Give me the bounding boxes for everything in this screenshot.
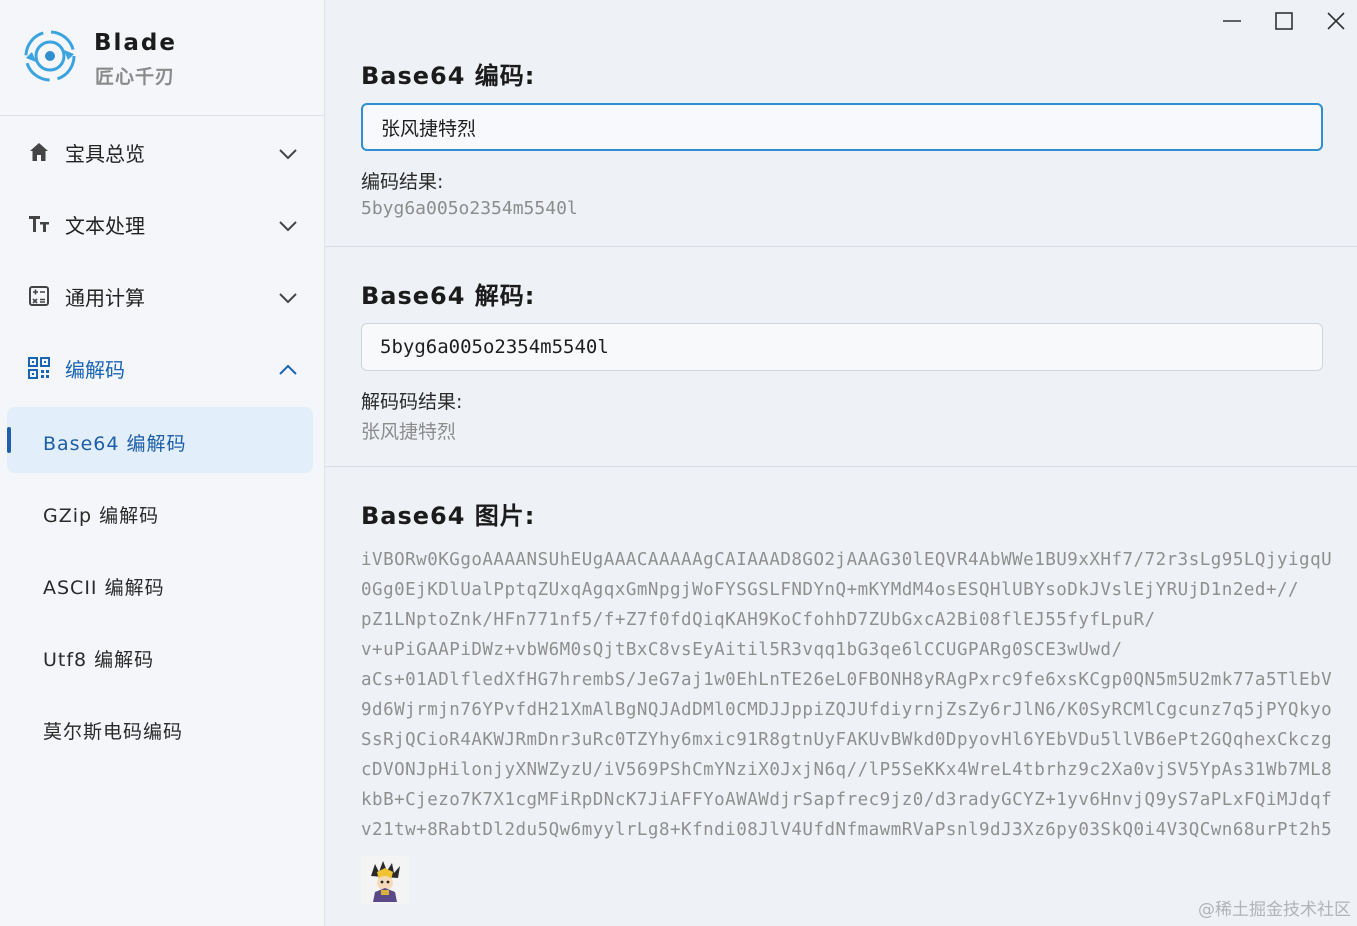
image-base64-text: iVBORw0KGgoAAAANSUhEUgAAACAAAAAgCAIAAAD8… xyxy=(361,545,1331,845)
base64-line: v21tw+8RabtDl2du5Qw6myylrLg8+Kfndi08JlV4… xyxy=(361,820,1331,840)
sidebar-item-label: Utf8 编解码 xyxy=(43,649,155,671)
base64-line: 0Gg0EjKDlUalPptqZUxqAgqxGmNpgjWoFYSGSLFN… xyxy=(361,580,1300,600)
decode-result-label: 解码码结果: xyxy=(361,391,463,413)
chevron-up-icon xyxy=(279,364,297,375)
sidebar-item-label: Base64 编解码 xyxy=(43,433,187,455)
section-divider xyxy=(325,246,1357,247)
close-icon[interactable] xyxy=(1323,8,1349,34)
sidebar-item-base64[interactable]: Base64 编解码 xyxy=(7,407,313,473)
nav-group-label: 文本处理 xyxy=(65,214,145,238)
base64-line: pZ1LNptoZnk/HFn771nf5/f+Z7f0fdQiqKAH9KoC… xyxy=(361,610,1156,630)
nav-group-label: 通用计算 xyxy=(65,286,145,310)
base64-line: SsRjQCioR4AKWJRmDnr3uRc0TZYhy6mxic91R8gt… xyxy=(361,730,1331,750)
decode-result-value: 张风捷特烈 xyxy=(361,421,457,443)
calculator-icon xyxy=(29,286,49,306)
nav-group-label: 宝具总览 xyxy=(65,142,145,166)
nav-group-text[interactable]: 文本处理 xyxy=(0,188,325,260)
encode-title: Base64 编码: xyxy=(361,62,536,90)
sidebar-item-morse[interactable]: 莫尔斯电码编码 xyxy=(7,695,313,761)
chevron-down-icon xyxy=(279,293,297,304)
image-title: Base64 图片: xyxy=(361,502,536,530)
text-size-icon xyxy=(29,216,49,232)
encode-result-value: 5byg6a005o2354m5540l xyxy=(361,198,578,219)
sidebar: Blade 匠心千刃 宝具总览 文本处理 通用计算 编解码 Base64 编解码… xyxy=(0,0,325,926)
base64-line: iVBORw0KGgoAAAANSUhEUgAAACAAAAAgCAIAAAD8… xyxy=(361,550,1331,570)
nav-group-calculation[interactable]: 通用计算 xyxy=(0,260,325,332)
encode-input[interactable] xyxy=(361,103,1323,151)
base64-line: v+uPiGAAPiDWz+vbW6M0sQjtBxC8vsEyAitil5R3… xyxy=(361,640,1123,660)
section-divider xyxy=(325,466,1357,467)
watermark: @稀土掘金技术社区 xyxy=(1198,900,1351,920)
base64-line: aCs+01ADlfledXfHG7hrembS/JeG7aj1w0EhLnTE… xyxy=(361,670,1331,690)
nav-group-label: 编解码 xyxy=(65,358,125,382)
decode-title: Base64 解码: xyxy=(361,282,536,310)
brand-header: Blade 匠心千刃 xyxy=(0,0,324,116)
chevron-down-icon xyxy=(279,149,297,160)
brand-name: Blade xyxy=(94,30,177,56)
base64-line: cDVONJpHilonjyXNWZyzU/iV569PShCmYNziX0Jx… xyxy=(361,760,1331,780)
nav-group-codec[interactable]: 编解码 xyxy=(0,332,325,404)
home-icon xyxy=(30,143,48,161)
maximize-icon[interactable] xyxy=(1271,8,1297,34)
sidebar-item-gzip[interactable]: GZip 编解码 xyxy=(7,479,313,545)
sidebar-item-ascii[interactable]: ASCII 编解码 xyxy=(7,551,313,617)
nav-group-overview[interactable]: 宝具总览 xyxy=(0,116,325,188)
main-content: Base64 编码: 编码结果: 5byg6a005o2354m5540l Ba… xyxy=(325,0,1357,926)
blade-logo-icon xyxy=(24,30,76,82)
decode-input[interactable] xyxy=(361,323,1323,371)
sidebar-item-label: GZip 编解码 xyxy=(43,505,160,527)
base64-line: 9d6Wjrmjn76YPvfdH21XmAlBgNQJAdDMl0CMDJJp… xyxy=(361,700,1331,720)
qr-code-icon xyxy=(28,357,50,379)
brand-subtitle: 匠心千刃 xyxy=(95,66,176,88)
avatar-thumbnail-icon xyxy=(361,856,409,904)
sidebar-item-label: 莫尔斯电码编码 xyxy=(43,721,184,743)
encode-result-label: 编码结果: xyxy=(361,171,444,193)
base64-line: kbB+Cjezo7K7X1cgMFiRpDNcK7JiAFFYoAWAWdjr… xyxy=(361,790,1331,810)
sidebar-item-utf8[interactable]: Utf8 编解码 xyxy=(7,623,313,689)
minimize-icon[interactable] xyxy=(1219,8,1245,34)
chevron-down-icon xyxy=(279,221,297,232)
sidebar-item-label: ASCII 编解码 xyxy=(43,577,165,599)
